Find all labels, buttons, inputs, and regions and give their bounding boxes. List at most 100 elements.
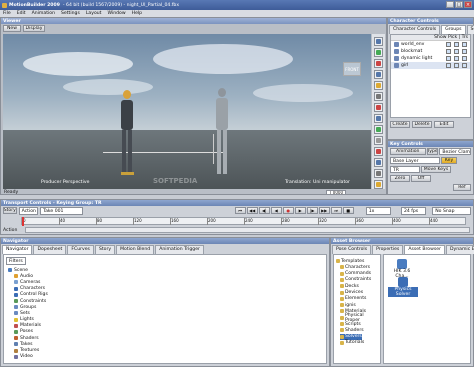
physics-solver-item[interactable]: Physics Solver xyxy=(388,277,418,297)
layer-select[interactable]: Base Layer xyxy=(390,157,440,164)
new-button[interactable]: New xyxy=(3,25,21,32)
zero-button[interactable]: Zero xyxy=(390,175,410,182)
playback-rate-select[interactable]: 1x xyxy=(365,206,391,215)
list-item[interactable]: blockmat xyxy=(391,48,470,55)
tab-dopesheet[interactable]: Dopesheet xyxy=(33,245,67,254)
action-select[interactable]: Action xyxy=(18,206,39,215)
viewer-tool-icon[interactable] xyxy=(374,48,383,57)
timeline-ruler[interactable]: 0 40 80 120 160 200 240 280 320 360 400 440 xyxy=(21,217,466,226)
viewer-tool-icon[interactable] xyxy=(374,114,383,123)
playback-button-icon[interactable]: ■ xyxy=(342,207,354,214)
story-button[interactable]: Story xyxy=(3,207,17,214)
list-item[interactable]: dynamic light xyxy=(391,55,470,62)
move-keys-button[interactable]: Move Keys xyxy=(421,166,451,173)
playback-button-icon[interactable]: |▶ xyxy=(306,207,318,214)
checkbox[interactable] xyxy=(454,42,459,47)
playback-button-icon[interactable]: ⏮ xyxy=(234,207,246,214)
checkbox[interactable] xyxy=(462,63,467,68)
tab-story[interactable]: Story xyxy=(94,245,116,254)
menu-item-window[interactable]: Window xyxy=(107,11,125,16)
playhead[interactable] xyxy=(22,217,24,226)
asset-tree-item[interactable]: Shaders xyxy=(340,327,364,333)
checkbox[interactable] xyxy=(462,49,467,54)
keying-group-select[interactable]: TR xyxy=(390,166,420,173)
asset-tree-item[interactable]: Characters xyxy=(340,264,370,270)
checkbox[interactable] xyxy=(454,56,459,61)
tab-motion-blend[interactable]: Motion Blend xyxy=(116,245,155,254)
view-cube[interactable]: FRONT xyxy=(343,62,361,76)
menu-item-help[interactable]: Help xyxy=(132,11,142,16)
hik-asset-item[interactable]: HIK 3.6 Cha... xyxy=(388,259,416,279)
menu-item-edit[interactable]: Edit xyxy=(17,11,26,16)
character-model-left[interactable] xyxy=(119,90,135,176)
asset-tree-item[interactable]: Constraints xyxy=(340,277,371,283)
asset-tree-item[interactable]: Scripts xyxy=(340,321,361,327)
delete-button[interactable]: Delete xyxy=(412,121,432,128)
menu-item-file[interactable]: File xyxy=(3,11,11,16)
key-button[interactable]: Key xyxy=(441,157,457,164)
display-button[interactable]: Display xyxy=(23,25,45,32)
frame-field[interactable]: T 0000 xyxy=(326,190,346,195)
playback-button-icon[interactable]: ● xyxy=(282,207,294,214)
checkbox[interactable] xyxy=(454,49,459,54)
interpolation-select[interactable]: Bezier Clamp xyxy=(439,148,471,155)
playback-button-icon[interactable]: ◀| xyxy=(258,207,270,214)
tab-asset-browser[interactable]: Asset Browser xyxy=(404,245,445,254)
asset-tree-item[interactable]: Physical Proper xyxy=(340,313,380,323)
list-item[interactable]: girl xyxy=(391,62,470,69)
edit-button[interactable]: Edit xyxy=(434,121,454,128)
asset-tree-item[interactable]: Commands xyxy=(340,271,371,277)
viewer-tool-icon[interactable] xyxy=(374,180,383,189)
viewer-tool-icon[interactable] xyxy=(374,92,383,101)
checkbox[interactable] xyxy=(454,63,459,68)
viewer-tool-icon[interactable] xyxy=(374,169,383,178)
character-model-right[interactable] xyxy=(214,88,230,176)
tab-navigator[interactable]: Navigator xyxy=(2,245,33,254)
viewer-tool-icon[interactable] xyxy=(374,103,383,112)
asset-tree-item[interactable]: Devices xyxy=(340,290,363,296)
list-item[interactable]: world_env xyxy=(391,41,470,48)
tab-animation-trigger[interactable]: Animation Trigger xyxy=(155,245,204,254)
viewer-tool-icon[interactable] xyxy=(374,125,383,134)
filters-dropdown[interactable]: Filters xyxy=(6,257,26,265)
playback-button-icon[interactable]: ▶▶ xyxy=(318,207,330,214)
asset-tree-item[interactable]: Tutorials xyxy=(340,340,364,346)
checkbox[interactable] xyxy=(462,56,467,61)
checkbox[interactable] xyxy=(462,42,467,47)
asset-tree-item[interactable]: Elements xyxy=(340,296,366,302)
asset-tree-item[interactable]: ignis xyxy=(340,302,356,308)
tab-properties[interactable]: Properties xyxy=(372,245,404,254)
ref-button[interactable]: Ref xyxy=(453,184,471,191)
3d-viewport[interactable]: FRONT Producer Perspective Translation: … xyxy=(3,34,371,189)
tab-groups[interactable]: Groups xyxy=(441,25,466,34)
asset-tree-item[interactable]: Templates xyxy=(336,258,364,264)
viewer-tool-icon[interactable] xyxy=(374,81,383,90)
tab-dynamic-editor[interactable]: Dynamic Editor xyxy=(445,245,474,254)
action-track[interactable] xyxy=(25,227,471,233)
asset-tree-item[interactable]: Decks xyxy=(340,283,359,289)
close-button[interactable]: × xyxy=(464,1,472,8)
navigator-tree-item[interactable]: Video xyxy=(8,354,48,360)
playback-button-icon[interactable]: ⏭ xyxy=(330,207,342,214)
playback-button-icon[interactable]: ◀◀ xyxy=(246,207,258,214)
viewer-tool-icon[interactable] xyxy=(374,158,383,167)
create-button[interactable]: Create xyxy=(390,121,410,128)
tab-fcurves[interactable]: FCurves xyxy=(67,245,94,254)
animation-button[interactable]: Animation xyxy=(390,148,426,155)
asset-tree-item[interactable]: Solvers xyxy=(340,333,362,340)
menu-item-animation[interactable]: Animation xyxy=(32,11,55,16)
tab-sets[interactable]: Sets xyxy=(466,25,474,34)
menu-item-settings[interactable]: Settings xyxy=(61,11,80,16)
take-select[interactable]: Take 001 xyxy=(40,206,83,215)
type-button[interactable]: Type xyxy=(426,148,439,155)
viewer-tool-icon[interactable] xyxy=(374,37,383,46)
viewer-tool-icon[interactable] xyxy=(374,70,383,79)
snap-select[interactable]: No Snap xyxy=(432,206,472,215)
fps-select[interactable]: 24 fps xyxy=(400,206,427,215)
maximize-button[interactable]: □ xyxy=(455,1,463,8)
viewer-tool-icon[interactable] xyxy=(374,136,383,145)
viewer-tool-icon[interactable] xyxy=(374,147,383,156)
menu-item-layout[interactable]: Layout xyxy=(86,11,102,16)
playback-button-icon[interactable]: ◀ xyxy=(270,207,282,214)
minimize-button[interactable]: _ xyxy=(446,1,454,8)
